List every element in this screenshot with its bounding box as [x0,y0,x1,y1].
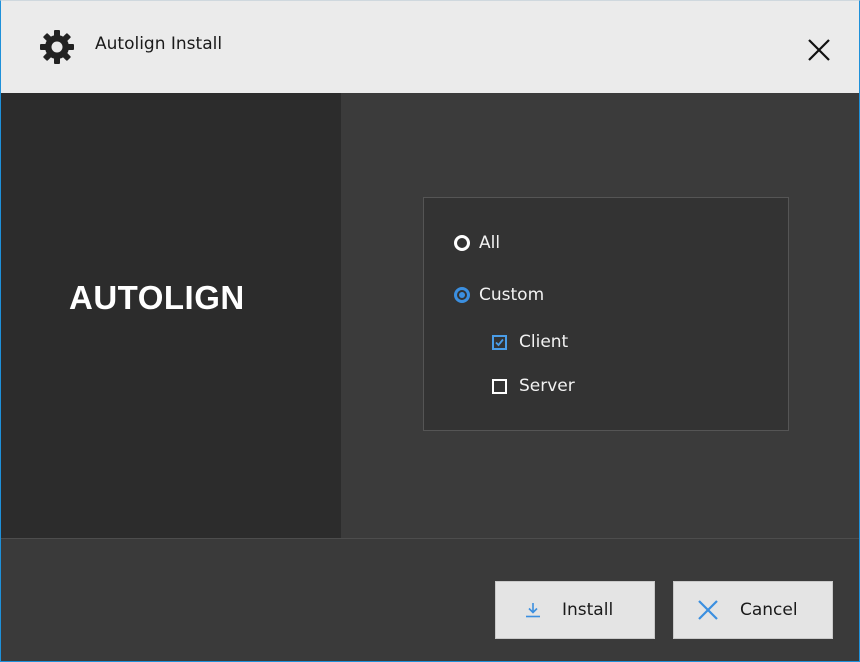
checkbox-client[interactable] [492,334,507,350]
install-button[interactable]: Install [495,581,655,639]
option-all[interactable]: All [454,233,500,253]
close-icon[interactable] [803,34,835,66]
component-client-label: Client [519,332,569,352]
cancel-button[interactable]: Cancel [673,581,833,639]
installer-window: Autolign Install AUTOLIGN All Custom Cli… [0,0,860,662]
cancel-x-icon [696,598,720,622]
component-server-label: Server [519,376,575,396]
title-bar: Autolign Install [1,1,859,93]
brand-panel: AUTOLIGN [1,93,341,538]
radio-custom[interactable] [454,287,470,303]
option-custom-label: Custom [479,285,545,305]
component-server[interactable]: Server [492,376,575,396]
gear-icon [39,29,75,65]
brand-logo-text: AUTOLIGN [69,279,245,316]
install-options-group: All Custom Client Server [423,197,789,431]
component-client[interactable]: Client [492,332,568,352]
option-custom[interactable]: Custom [454,285,544,305]
cancel-button-label: Cancel [740,600,798,620]
download-icon [524,601,542,619]
checkbox-server[interactable] [492,378,507,394]
radio-all[interactable] [454,235,470,251]
install-button-label: Install [562,600,614,620]
option-all-label: All [479,233,501,253]
window-title: Autolign Install [95,34,223,54]
